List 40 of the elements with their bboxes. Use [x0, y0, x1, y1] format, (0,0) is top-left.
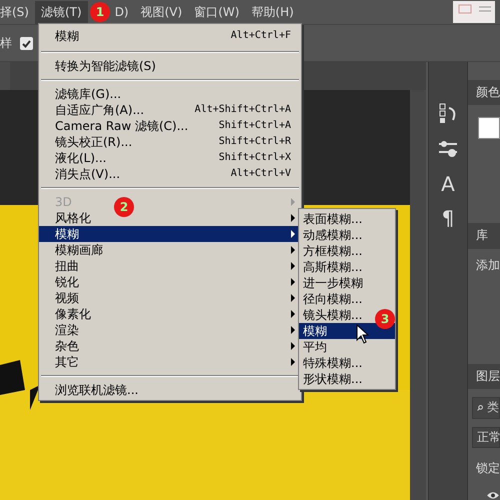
- character-panel-icon[interactable]: A: [441, 174, 455, 194]
- menu-item[interactable]: 方框模糊...: [299, 243, 395, 259]
- option-label: 样: [0, 34, 12, 52]
- search-icon: [477, 402, 483, 413]
- lock-label: 锁定: [475, 460, 500, 478]
- menu-item[interactable]: 特殊模糊...: [299, 355, 395, 371]
- menu-item[interactable]: 径向模糊...: [299, 291, 395, 307]
- menu-item[interactable]: 高斯模糊...: [299, 259, 395, 275]
- menu-item[interactable]: 模糊 Alt+Ctrl+F: [39, 26, 301, 46]
- paragraph-panel-icon[interactable]: ¶: [442, 208, 454, 228]
- menu-bar-item[interactable]: 择(S): [0, 0, 35, 24]
- menu-bar-item[interactable]: 帮助(H): [245, 0, 300, 24]
- menu-item[interactable]: 滤镜库(G)...: [39, 86, 301, 102]
- cursor-icon: [356, 324, 369, 344]
- checkbox[interactable]: [20, 36, 33, 50]
- menu-bar-item[interactable]: D): [112, 2, 135, 22]
- menu-item[interactable]: 自适应广角(A)... Alt+Shift+Ctrl+A: [39, 102, 301, 118]
- menu-item[interactable]: 平均: [299, 339, 395, 355]
- eye-icon[interactable]: [486, 491, 500, 500]
- layer-filter-field[interactable]: 类: [472, 397, 500, 419]
- menu-item[interactable]: Camera Raw 滤镜(C)... Shift+Ctrl+A: [39, 118, 301, 134]
- menu-item[interactable]: 液化(L)... Shift+Ctrl+X: [39, 150, 301, 166]
- menu-item[interactable]: 形状模糊...: [299, 371, 395, 387]
- menu-item[interactable]: 动感模糊...: [299, 227, 395, 243]
- window-thumbnail-icon[interactable]: [453, 1, 495, 23]
- blend-mode-dropdown[interactable]: 正常: [472, 426, 500, 448]
- menu-item[interactable]: 进一步模糊: [299, 275, 395, 291]
- menu-bar-item[interactable]: 窗口(W): [188, 0, 246, 24]
- menu-item[interactable]: 消失点(V)... Alt+Ctrl+V: [39, 166, 301, 182]
- brush-settings-icon[interactable]: [437, 138, 459, 160]
- menu-item[interactable]: 镜头校正(R)... Shift+Ctrl+R: [39, 134, 301, 150]
- menu-item[interactable]: 浏览联机滤镜...: [39, 382, 301, 398]
- foreground-color-swatch[interactable]: [478, 117, 500, 140]
- menu-bar-item[interactable]: 视图(V): [134, 0, 188, 24]
- menu-item[interactable]: 模糊: [39, 226, 301, 242]
- menu-item[interactable]: 转换为智能滤镜(S): [39, 58, 301, 74]
- library-text: 添加: [475, 256, 500, 274]
- menu-bar-item[interactable]: 滤镜(T): [34, 0, 88, 24]
- scrollbar[interactable]: [410, 90, 426, 500]
- menu-item[interactable]: 表面模糊...: [299, 211, 395, 227]
